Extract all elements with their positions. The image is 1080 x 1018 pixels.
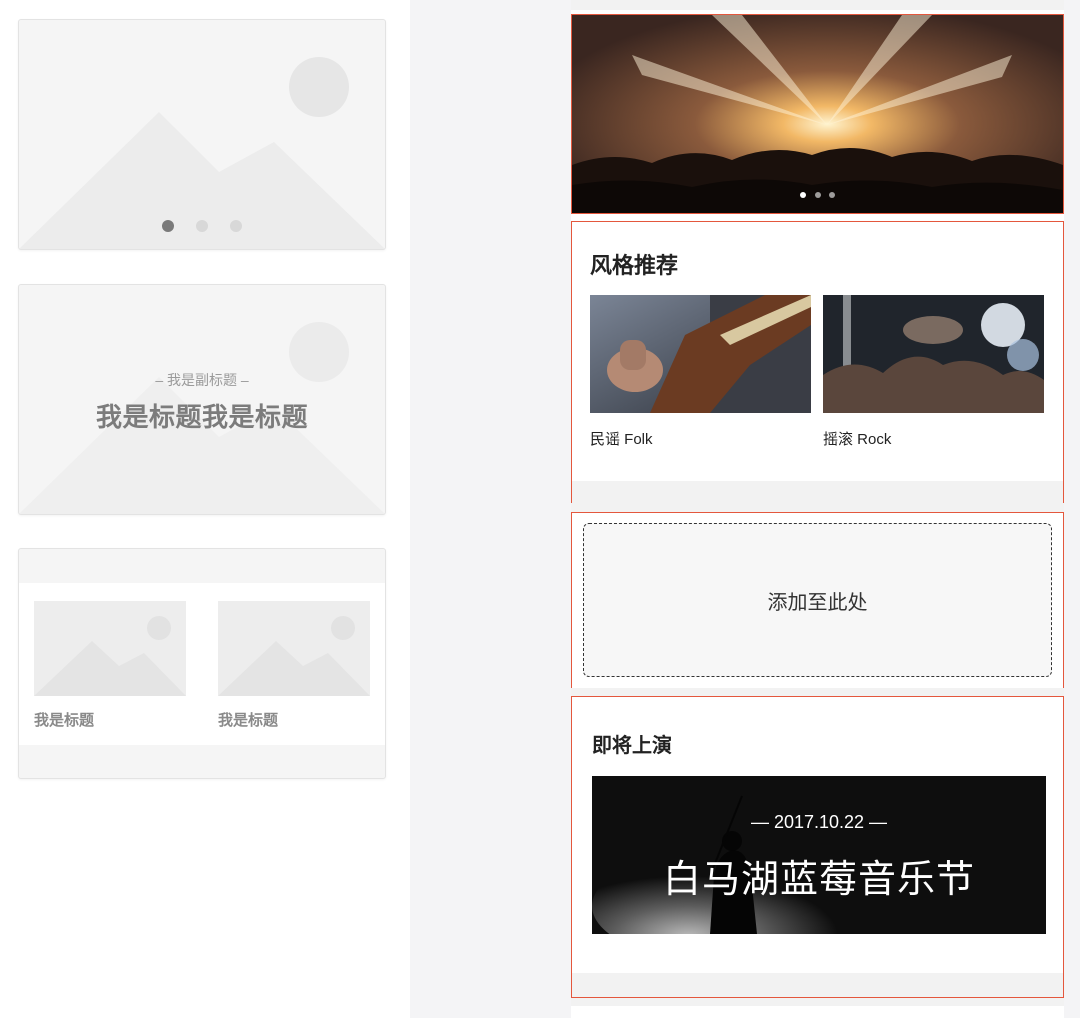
- thumb-placeholder: [218, 601, 370, 696]
- style-label-rock: 摇滚 Rock: [823, 431, 892, 448]
- concert-stage-photo: [572, 15, 1063, 213]
- image-placeholder-icon: [218, 616, 370, 696]
- thumb-placeholder: [34, 601, 186, 696]
- template-grid[interactable]: 我是标题 我是标题: [18, 548, 386, 779]
- template-subtitle: – 我是副标题 –: [155, 372, 249, 388]
- banner-carousel[interactable]: [571, 14, 1064, 214]
- image-placeholder-icon: [19, 57, 385, 249]
- image-placeholder-icon: [34, 616, 186, 696]
- template-carousel[interactable]: [18, 19, 386, 250]
- template-title: 我是标题我是标题: [95, 402, 308, 432]
- canvas-gap: [571, 688, 1064, 696]
- carousel-dot[interactable]: [800, 192, 807, 198]
- drop-zone-module[interactable]: 添加至此处: [571, 512, 1064, 689]
- upcoming-module[interactable]: 即将上演 — 2017.10.22 — 白马湖蓝莓音乐节: [571, 696, 1064, 998]
- template-title-card[interactable]: – 我是副标题 – 我是标题我是标题: [18, 284, 386, 515]
- section-title: 风格推荐: [590, 253, 679, 278]
- rock-image[interactable]: [823, 295, 1044, 413]
- event-banner[interactable]: — 2017.10.22 — 白马湖蓝莓音乐节: [592, 776, 1046, 934]
- event-date: — 2017.10.22 —: [750, 812, 888, 832]
- thumb-label: 我是标题: [34, 712, 95, 729]
- event-name: 白马湖蓝莓音乐节: [662, 859, 975, 901]
- style-recommend-module[interactable]: 风格推荐 民谣 Folk 摇滚 Rock: [571, 221, 1064, 504]
- carousel-dot: [196, 220, 208, 232]
- canvas-gap: [571, 998, 1064, 1006]
- style-label-folk: 民谣 Folk: [590, 431, 653, 448]
- carousel-dots: [572, 185, 1063, 203]
- carousel-dots: [19, 219, 385, 237]
- folk-image[interactable]: [590, 295, 811, 413]
- carousel-dot[interactable]: [828, 192, 835, 198]
- carousel-dot: [161, 220, 174, 232]
- template-grid-body: 我是标题 我是标题: [19, 583, 385, 745]
- drop-zone[interactable]: 添加至此处: [583, 523, 1052, 677]
- template-panel: – 我是副标题 – 我是标题我是标题 我是标题 我是标题: [0, 0, 410, 1018]
- carousel-dot[interactable]: [814, 192, 821, 198]
- guitar-photo: [590, 295, 811, 413]
- carousel-dot: [230, 220, 243, 232]
- concert-crowd-photo: [823, 295, 1044, 413]
- section-title: 即将上演: [592, 735, 672, 757]
- thumb-label: 我是标题: [218, 712, 279, 729]
- module-spacer: [572, 481, 1063, 503]
- canvas-gap: [571, 0, 1064, 10]
- drop-zone-label: 添加至此处: [767, 591, 868, 614]
- module-spacer: [572, 973, 1063, 997]
- canvas-gap: [571, 503, 1064, 512]
